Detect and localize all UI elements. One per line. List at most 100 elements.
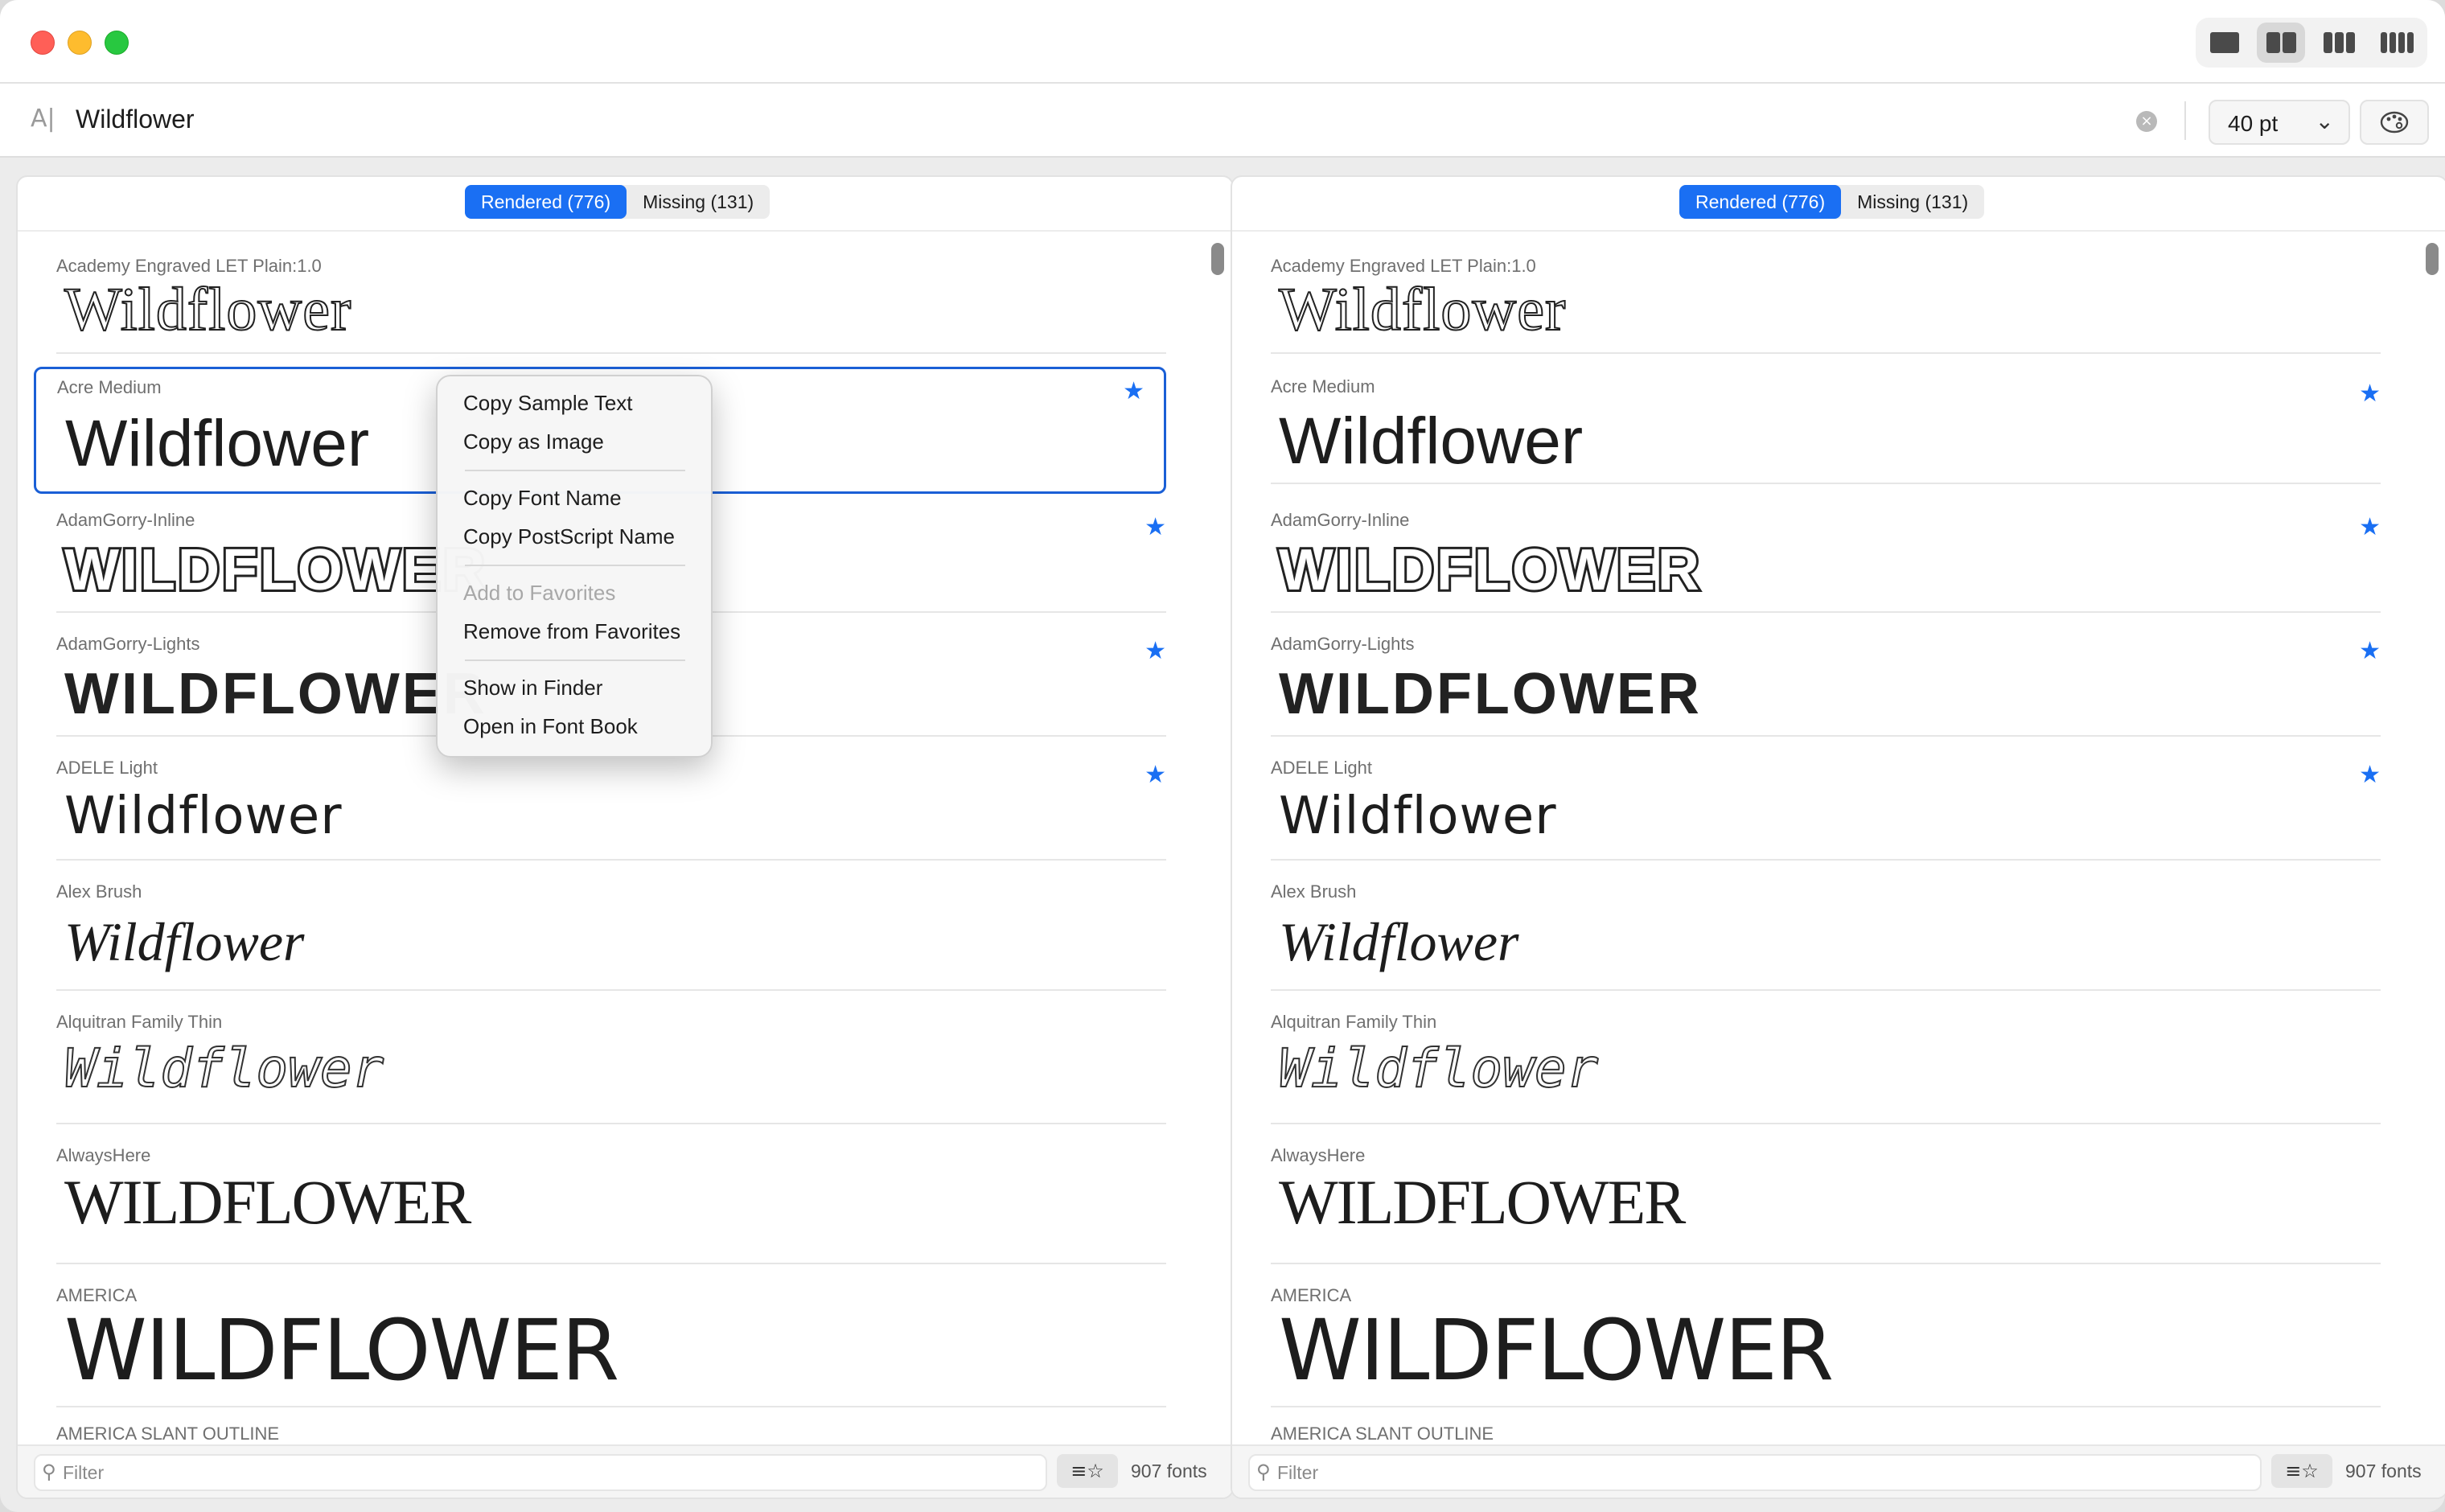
tab-rendered[interactable]: Rendered (776) xyxy=(1679,185,1842,219)
panel-footer: ⚲ Filter ≡☆ 907 fonts xyxy=(18,1444,1232,1498)
font-list-item[interactable]: Alex Brush Wildflower xyxy=(1271,881,2381,991)
search-icon: ⚲ xyxy=(42,1461,56,1483)
text-cursor-icon: A| xyxy=(31,105,55,133)
sample-text-input[interactable]: Wildflower xyxy=(76,105,195,134)
font-name: AlwaysHere xyxy=(56,1145,151,1165)
render-filter-tabs: Rendered (776) Missing (131) xyxy=(465,185,770,219)
font-sample: WILDFLOWER xyxy=(1279,662,1702,726)
font-name: Alex Brush xyxy=(1271,881,1357,902)
font-sample: Wildflower xyxy=(64,911,305,972)
scrollbar[interactable] xyxy=(2426,243,2439,1446)
font-count: 907 fonts xyxy=(1131,1461,1207,1481)
font-list-item[interactable]: AMERICA WILDFLOWER xyxy=(1271,1285,2381,1407)
menu-show-in-finder[interactable]: Show in Finder xyxy=(463,676,602,701)
tab-rendered[interactable]: Rendered (776) xyxy=(465,185,627,219)
font-name: Alquitran Family Thin xyxy=(1271,1012,1437,1032)
panel-footer: ⚲ Filter ≡☆ 907 fonts xyxy=(1232,1444,2445,1498)
favorite-star-icon[interactable]: ★ xyxy=(1144,637,1166,665)
font-name: AdamGorry-Lights xyxy=(56,634,200,654)
menu-separator xyxy=(465,470,685,471)
font-list-item[interactable]: AlwaysHere WILDFLOWER xyxy=(56,1145,1166,1264)
filter-input[interactable]: ⚲ Filter xyxy=(34,1454,1047,1491)
font-name: Academy Engraved LET Plain:1.0 xyxy=(56,256,322,276)
title-bar xyxy=(0,0,2445,84)
four-columns-icon xyxy=(2380,32,2414,53)
layout-two-columns-button[interactable] xyxy=(2257,23,2305,63)
menu-remove-from-favorites[interactable]: Remove from Favorites xyxy=(463,619,680,644)
favorite-star-icon[interactable]: ★ xyxy=(1144,761,1166,789)
menu-copy-postscript-name[interactable]: Copy PostScript Name xyxy=(463,524,675,549)
font-list-item[interactable]: Alquitran Family Thin Wildflower xyxy=(56,1012,1166,1124)
menu-copy-font-name[interactable]: Copy Font Name xyxy=(463,486,622,511)
font-name: AMERICA SLANT OUTLINE xyxy=(1271,1424,1494,1444)
font-sample: WILDFLOWER xyxy=(1276,536,1702,605)
color-palette-button[interactable] xyxy=(2360,100,2429,145)
font-sample: Wildflower xyxy=(64,787,343,846)
search-icon: ⚲ xyxy=(1256,1461,1271,1483)
font-name: ADELE Light xyxy=(56,758,158,778)
font-name: Academy Engraved LET Plain:1.0 xyxy=(1271,256,1536,276)
font-list-item[interactable]: Academy Engraved LET Plain:1.0 Wildflowe… xyxy=(1271,256,2381,354)
menu-separator xyxy=(465,565,685,566)
favorite-star-icon[interactable]: ★ xyxy=(2359,761,2381,789)
favorites-sort-button[interactable]: ≡☆ xyxy=(2271,1454,2332,1488)
font-name: Acre Medium xyxy=(57,377,162,397)
font-sample: Wildflower xyxy=(1279,787,1557,846)
filter-input[interactable]: ⚲ Filter xyxy=(1248,1454,2262,1491)
favorite-star-icon[interactable]: ★ xyxy=(2359,380,2381,408)
font-list-item[interactable]: AlwaysHere WILDFLOWER xyxy=(1271,1145,2381,1264)
minimize-window-button[interactable] xyxy=(68,31,92,55)
filter-placeholder: Filter xyxy=(63,1462,105,1483)
font-list-item[interactable]: ADELE Light Wildflower ★ xyxy=(56,758,1166,861)
font-list-item[interactable]: Acre Medium Wildflower ★ xyxy=(1271,376,2381,484)
three-columns-icon xyxy=(2323,32,2355,53)
font-name: AdamGorry-Lights xyxy=(1271,634,1415,654)
font-list: Academy Engraved LET Plain:1.0 Wildflowe… xyxy=(1232,232,2422,1444)
scroll-thumb[interactable] xyxy=(1211,243,1224,275)
font-list-item[interactable]: Academy Engraved LET Plain:1.0 Wildflowe… xyxy=(56,256,1166,354)
clear-icon[interactable]: × xyxy=(2136,111,2157,132)
font-sample: Wildflower xyxy=(1279,911,1519,972)
font-list-item[interactable]: AMERICA SLANT OUTLINE xyxy=(1271,1424,2381,1444)
font-name: AlwaysHere xyxy=(1271,1145,1366,1165)
favorites-sort-button[interactable]: ≡☆ xyxy=(1057,1454,1118,1488)
font-size-value: 40 pt xyxy=(2228,111,2279,136)
font-name: Acre Medium xyxy=(1271,376,1375,396)
layout-four-columns-button[interactable] xyxy=(2373,23,2421,63)
font-list-item[interactable]: ADELE Light Wildflower ★ xyxy=(1271,758,2381,861)
close-window-button[interactable] xyxy=(31,31,55,55)
font-count: 907 fonts xyxy=(2345,1461,2422,1481)
zoom-window-button[interactable] xyxy=(105,31,129,55)
font-list-item[interactable]: AMERICA SLANT OUTLINE xyxy=(56,1424,1166,1444)
layout-three-columns-button[interactable] xyxy=(2315,23,2363,63)
menu-separator xyxy=(465,659,685,661)
font-name: Alex Brush xyxy=(56,881,142,902)
font-list-item[interactable]: Alquitran Family Thin Wildflower xyxy=(1271,1012,2381,1124)
font-sample: Wildflower xyxy=(65,407,370,480)
font-sample: WILDFLOWER xyxy=(64,662,487,726)
chevron-down-icon: ⌄ xyxy=(2315,108,2334,134)
tab-missing[interactable]: Missing (131) xyxy=(1841,185,1984,219)
panel-header: Rendered (776) Missing (131) xyxy=(18,177,1232,232)
font-name: AdamGorry-Inline xyxy=(56,510,195,530)
scrollbar[interactable] xyxy=(1211,243,1224,1446)
font-list-item[interactable]: AdamGorry-Lights WILDFLOWER ★ xyxy=(1271,634,2381,737)
menu-copy-as-image[interactable]: Copy as Image xyxy=(463,429,604,454)
favorite-star-icon[interactable]: ★ xyxy=(2359,637,2381,665)
scroll-thumb[interactable] xyxy=(2426,243,2439,275)
favorite-star-icon[interactable]: ★ xyxy=(1144,513,1166,541)
menu-add-to-favorites: Add to Favorites xyxy=(463,581,616,605)
font-list-item[interactable]: Alex Brush Wildflower xyxy=(56,881,1166,991)
font-list-item[interactable]: AMERICA WILDFLOWER xyxy=(56,1285,1166,1407)
palette-icon xyxy=(2380,111,2409,134)
font-panel-left: Rendered (776) Missing (131) Academy Eng… xyxy=(16,175,1234,1499)
menu-copy-sample-text[interactable]: Copy Sample Text xyxy=(463,391,633,416)
font-size-select[interactable]: 40 pt ⌄ xyxy=(2209,100,2350,145)
font-list-item[interactable]: AdamGorry-Inline WILDFLOWER ★ xyxy=(1271,510,2381,613)
favorite-star-icon[interactable]: ★ xyxy=(2359,513,2381,541)
layout-one-column-button[interactable] xyxy=(2200,23,2249,63)
tab-missing[interactable]: Missing (131) xyxy=(627,185,770,219)
favorite-star-icon[interactable]: ★ xyxy=(1123,377,1144,405)
menu-open-in-font-book[interactable]: Open in Font Book xyxy=(463,714,638,739)
font-sample: WILDFLOWER xyxy=(1279,1301,1834,1399)
